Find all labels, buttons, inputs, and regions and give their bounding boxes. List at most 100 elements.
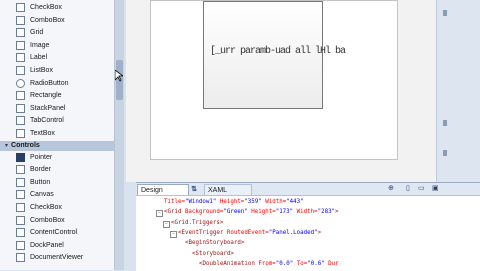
swap-panes-button[interactable]: ⇅ [186,184,202,194]
code-line: <BeginStoryboard> [185,240,244,246]
tabcontrol-icon [16,116,25,126]
toolbox-item-label: DockPanel [30,241,64,249]
toolbox-item[interactable]: TabControl [0,114,114,127]
label-icon [16,53,25,63]
toolbox-item-label: RadioButton [30,79,69,87]
code-line: <EventTrigger RoutedEvent="Panel.Loaded"… [178,230,321,236]
contentcontrol-icon [16,228,25,238]
code-token: Height= [216,199,245,205]
code-token: "283" [317,209,336,216]
code-token: Title= [164,199,185,205]
fold-toggle-icon[interactable]: − [156,210,163,218]
toolbox-item-label: Image [30,41,50,49]
tab-design[interactable]: Design [137,184,189,195]
split-horizontal-icon[interactable]: ▭ [418,184,425,192]
code-line: <DoubleAnimation From="0.0" To="0.6" Dur [199,261,339,267]
expand-pane-icon[interactable]: ⊕ [388,184,394,192]
toolbox-item[interactable]: ComboBox [0,214,114,227]
code-token: <Grid [164,209,182,216]
right-marker [443,10,447,16]
code-line: <Storyboard> [192,251,234,257]
rectangle-icon [16,91,25,101]
xaml-tab-label: XAML [208,186,228,194]
toolbox-section-header[interactable]: ▾ Controls [0,140,114,151]
radio-icon [16,78,25,88]
toolbox-item-label: Label [30,54,48,62]
toolbox-item[interactable]: Image [0,39,114,52]
toolbox-panel: CheckBox ComboBox Grid Image Label ListBox Rad… [0,0,115,270]
code-token: "Green" [223,209,248,216]
xaml-editor[interactable]: Design ⇅ XAML ⊕ ▯ ▭ ▣ Title="Window1" He… [136,182,480,271]
toolbox-item[interactable]: Pointer [0,151,114,164]
toolbox-item[interactable]: CheckBox [0,1,114,14]
fold-toggle-icon[interactable]: − [163,220,170,228]
toolbox-item[interactable]: StackPanel [0,102,114,115]
collapse-pane-icon[interactable]: ▣ [432,184,439,192]
combobox-icon [16,215,25,225]
editor-tabbar: Design ⇅ XAML ⊕ ▯ ▭ ▣ [136,183,480,196]
code-token: "0.0" [275,260,294,267]
toolbox-item[interactable]: DockPanel [0,239,114,252]
section-header-label: Controls [11,142,40,150]
checkbox-icon [16,3,25,12]
toolbox-item[interactable]: RadioButton [0,77,114,90]
code-token: <BeginStoryboard> [185,240,245,247]
code-token: Height= [247,209,276,216]
toolbox-item[interactable]: DocumentViewer [0,251,114,264]
toolbox-item-label: ListBox [30,67,53,74]
fold-toggle-icon[interactable]: − [170,230,177,238]
toolbox-scrollbar[interactable] [115,0,124,270]
split-vertical-icon[interactable]: ▯ [406,184,410,192]
pointer-icon [16,152,25,162]
toolbox-item-label: Canvas [30,191,54,199]
right-marker [443,150,447,156]
checkbox-icon [16,203,25,212]
toolbox-item-label: ComboBox [30,16,65,24]
design-surface[interactable]: [_urr paramb-uad all lHl ba [150,0,398,160]
toolbox-item-label: StackPanel [30,104,66,112]
toolbox-item[interactable]: ComboBox [0,14,114,27]
window-preview-text: [_urr paramb-uad all lHl ba [210,46,346,57]
grid-icon [16,28,25,38]
toolbox-item-label: Grid [30,29,44,37]
toolbox-item[interactable]: ContentControl [0,226,114,239]
image-icon [16,40,25,50]
code-token: > [317,229,322,236]
button-icon [16,177,25,187]
toolbox-item[interactable]: Label [0,51,114,64]
toolbox-item-label: TextBox [30,130,55,137]
toolbox-item[interactable]: Grid [0,26,114,39]
code-token: "0.6" [307,260,325,267]
code-line: <Grid Background="Green" Height="173" Wi… [164,209,339,215]
code-token: <Grid.Triggers> [171,219,224,226]
code-token: > [335,209,339,216]
toolbox-item[interactable]: ListBox [0,64,114,77]
collapse-caret-icon[interactable]: ▾ [5,142,8,149]
code-token: Dur [324,260,339,267]
toolbox-item-label: Button [30,178,51,186]
toolbox-item[interactable]: TextBox [0,127,114,140]
toolbox-item[interactable]: CheckBox [0,201,114,214]
tab-xaml[interactable]: XAML [204,184,252,195]
code-line: Title="Window1" Height="359" Width="443" [164,199,304,205]
window-preview[interactable]: [_urr paramb-uad all lHl ba [203,1,346,109]
code-token: Background= [181,209,224,216]
code-token: "443" [286,199,304,205]
toolbox-item[interactable]: Canvas [0,188,114,201]
toolbox-item[interactable]: Border [0,163,114,176]
code-token: To= [293,260,308,267]
right-side-panel [436,0,480,182]
toolbox-item-label: Border [30,166,52,174]
border-icon [16,165,25,175]
toolbox-item-label: CheckBox [30,204,62,211]
code-line: <Grid.Triggers> [171,220,223,226]
swap-icon: ⇅ [191,186,197,193]
documentviewer-icon [16,253,25,263]
toolbox-item[interactable]: Button [0,176,114,189]
toolbox-item[interactable]: Rectangle [0,89,114,102]
design-canvas[interactable]: [_urr paramb-uad all lHl ba [126,0,436,182]
code-token: "Panel.Loaded" [268,229,318,236]
code-token: "359" [244,199,262,205]
right-marker [443,120,447,126]
code-token: RoutedEvent= [223,229,269,236]
